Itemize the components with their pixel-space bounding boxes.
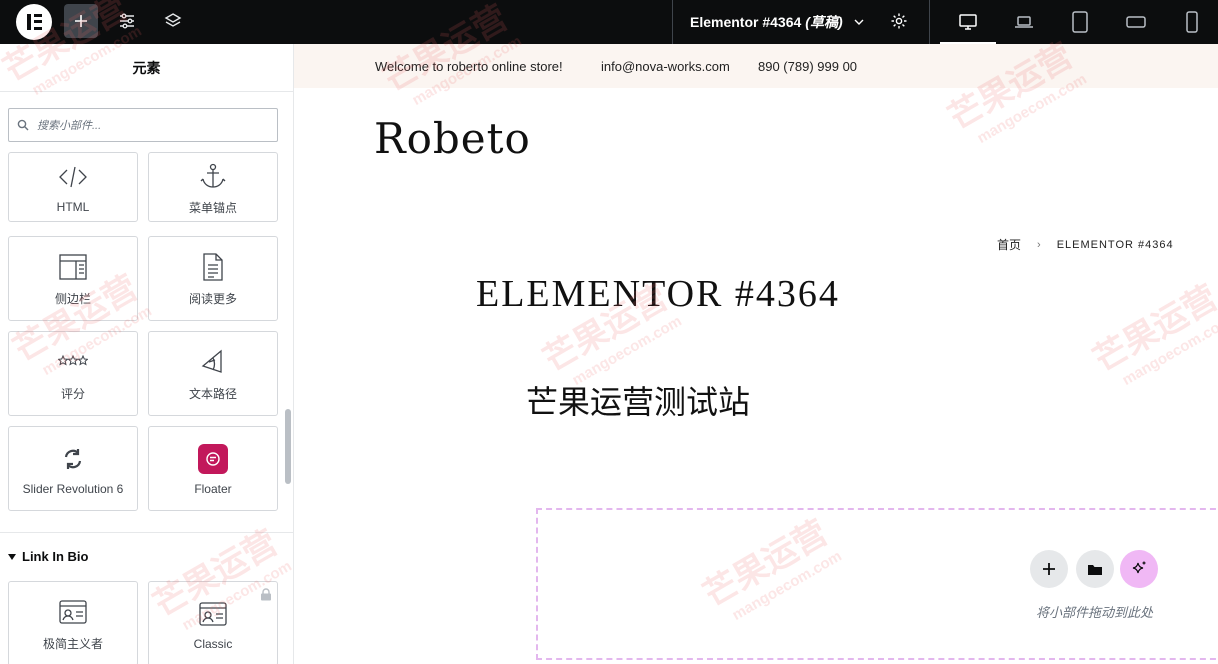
widget-text-path[interactable]: 文本路径 bbox=[148, 331, 278, 416]
welcome-text: Welcome to roberto online store! bbox=[375, 59, 563, 74]
widget-label: 阅读更多 bbox=[188, 292, 237, 306]
chevron-down-icon bbox=[854, 19, 864, 25]
chevron-right-icon: › bbox=[1037, 238, 1041, 251]
anchor-icon bbox=[199, 159, 227, 193]
email-link[interactable]: info@nova-works.com bbox=[601, 59, 730, 74]
structure-button[interactable] bbox=[156, 4, 190, 38]
folder-icon bbox=[1088, 565, 1102, 575]
sidebar-icon bbox=[58, 250, 88, 284]
mobile-icon bbox=[1186, 11, 1198, 33]
sliders-icon bbox=[120, 13, 134, 29]
page-settings-button[interactable] bbox=[882, 4, 916, 38]
stars-icon bbox=[58, 345, 88, 379]
revolution-icon bbox=[62, 442, 84, 476]
widget-label: 文本路径 bbox=[188, 387, 237, 401]
document-title: Elementor #4364 bbox=[690, 14, 802, 30]
add-section-button[interactable] bbox=[1030, 550, 1068, 588]
panel-title: 元素 bbox=[0, 44, 293, 92]
lock-icon bbox=[260, 588, 272, 606]
laptop-icon bbox=[1015, 16, 1033, 28]
widget-label: 极简主义者 bbox=[42, 637, 103, 651]
device-mobile-button[interactable] bbox=[1172, 4, 1212, 40]
widget-label: 菜单锚点 bbox=[188, 200, 237, 215]
widget-search-input[interactable]: 搜索小部件... bbox=[8, 108, 278, 142]
phone-link[interactable]: 890 (789) 999 00 bbox=[758, 59, 857, 74]
breadcrumb-current: ELEMENTOR #4364 bbox=[1056, 238, 1174, 251]
read-more-icon bbox=[201, 250, 225, 284]
code-icon bbox=[58, 160, 88, 194]
plus-icon bbox=[75, 15, 87, 27]
layers-icon bbox=[164, 13, 182, 27]
section-title: Link In Bio bbox=[22, 549, 89, 564]
sparkle-icon bbox=[1132, 561, 1146, 574]
bio-card-icon bbox=[58, 595, 88, 629]
widget-label: HTML bbox=[56, 200, 90, 214]
tablet-icon bbox=[1072, 11, 1088, 33]
device-laptop-button[interactable] bbox=[1004, 4, 1044, 40]
widget-label: Slider Revolution 6 bbox=[22, 481, 124, 496]
ai-generate-button[interactable] bbox=[1120, 550, 1158, 588]
document-status: (草稿) bbox=[805, 14, 843, 30]
widget-floater[interactable]: Floater bbox=[148, 426, 278, 511]
widget-menu-anchor[interactable]: 菜单锚点 bbox=[148, 152, 278, 222]
drop-zone[interactable] bbox=[536, 508, 1218, 660]
editor-topbar: Elementor #4364 (草稿) bbox=[0, 0, 1218, 44]
search-icon bbox=[17, 119, 29, 131]
widget-rating[interactable]: 评分 bbox=[8, 331, 138, 416]
widget-html[interactable]: HTML bbox=[8, 152, 138, 222]
preview-canvas: Welcome to roberto online store! info@no… bbox=[294, 44, 1218, 664]
text-path-icon bbox=[199, 345, 227, 379]
device-desktop-button[interactable] bbox=[940, 4, 996, 44]
section-toggle-link-in-bio[interactable]: Link In Bio bbox=[8, 549, 88, 564]
plus-icon bbox=[1043, 563, 1055, 575]
elementor-logo-icon[interactable] bbox=[16, 4, 52, 40]
page-title: ELEMENTOR #4364 bbox=[476, 273, 840, 315]
template-library-button[interactable] bbox=[1076, 550, 1114, 588]
floater-icon bbox=[198, 442, 228, 476]
widgets-panel: 元素 搜索小部件... HTML 菜单锚点 侧边栏 阅读更多 评分 文本路径 S… bbox=[0, 44, 294, 664]
gear-icon bbox=[891, 13, 907, 29]
breadcrumb: 首页 › ELEMENTOR #4364 bbox=[997, 236, 1174, 253]
desktop-icon bbox=[959, 14, 977, 30]
widget-label: 评分 bbox=[60, 387, 85, 401]
widget-label: 侧边栏 bbox=[54, 292, 91, 306]
caret-down-icon bbox=[8, 553, 16, 560]
bio-card-icon bbox=[198, 597, 228, 631]
widget-read-more[interactable]: 阅读更多 bbox=[148, 236, 278, 321]
widget-sidebar[interactable]: 侧边栏 bbox=[8, 236, 138, 321]
device-tablet-button[interactable] bbox=[1060, 4, 1100, 40]
site-logo[interactable]: Robeto bbox=[374, 114, 531, 163]
site-settings-button[interactable] bbox=[110, 4, 144, 38]
add-element-button[interactable] bbox=[64, 4, 98, 38]
widget-slider-revolution[interactable]: Slider Revolution 6 bbox=[8, 426, 138, 511]
widget-minimalist[interactable]: 极简主义者 bbox=[8, 581, 138, 664]
section-divider bbox=[0, 532, 293, 533]
device-mobile-landscape-button[interactable] bbox=[1116, 4, 1156, 40]
search-placeholder: 搜索小部件... bbox=[37, 120, 102, 132]
page-subtitle: 芒果运营测试站 bbox=[526, 383, 751, 421]
mobile-landscape-icon bbox=[1126, 16, 1146, 28]
drop-zone-hint: 将小部件拖动到此处 bbox=[1036, 605, 1154, 620]
announcement-bar: Welcome to roberto online store! info@no… bbox=[294, 44, 1218, 88]
topbar-separator bbox=[929, 0, 930, 44]
document-title-dropdown[interactable]: Elementor #4364 (草稿) bbox=[690, 0, 865, 44]
widget-classic[interactable]: Classic bbox=[148, 581, 278, 664]
breadcrumb-home[interactable]: 首页 bbox=[997, 236, 1021, 253]
widget-label: Floater bbox=[194, 481, 232, 496]
panel-scrollbar[interactable] bbox=[285, 409, 291, 484]
topbar-separator bbox=[672, 0, 673, 44]
widget-label: Classic bbox=[193, 636, 233, 651]
